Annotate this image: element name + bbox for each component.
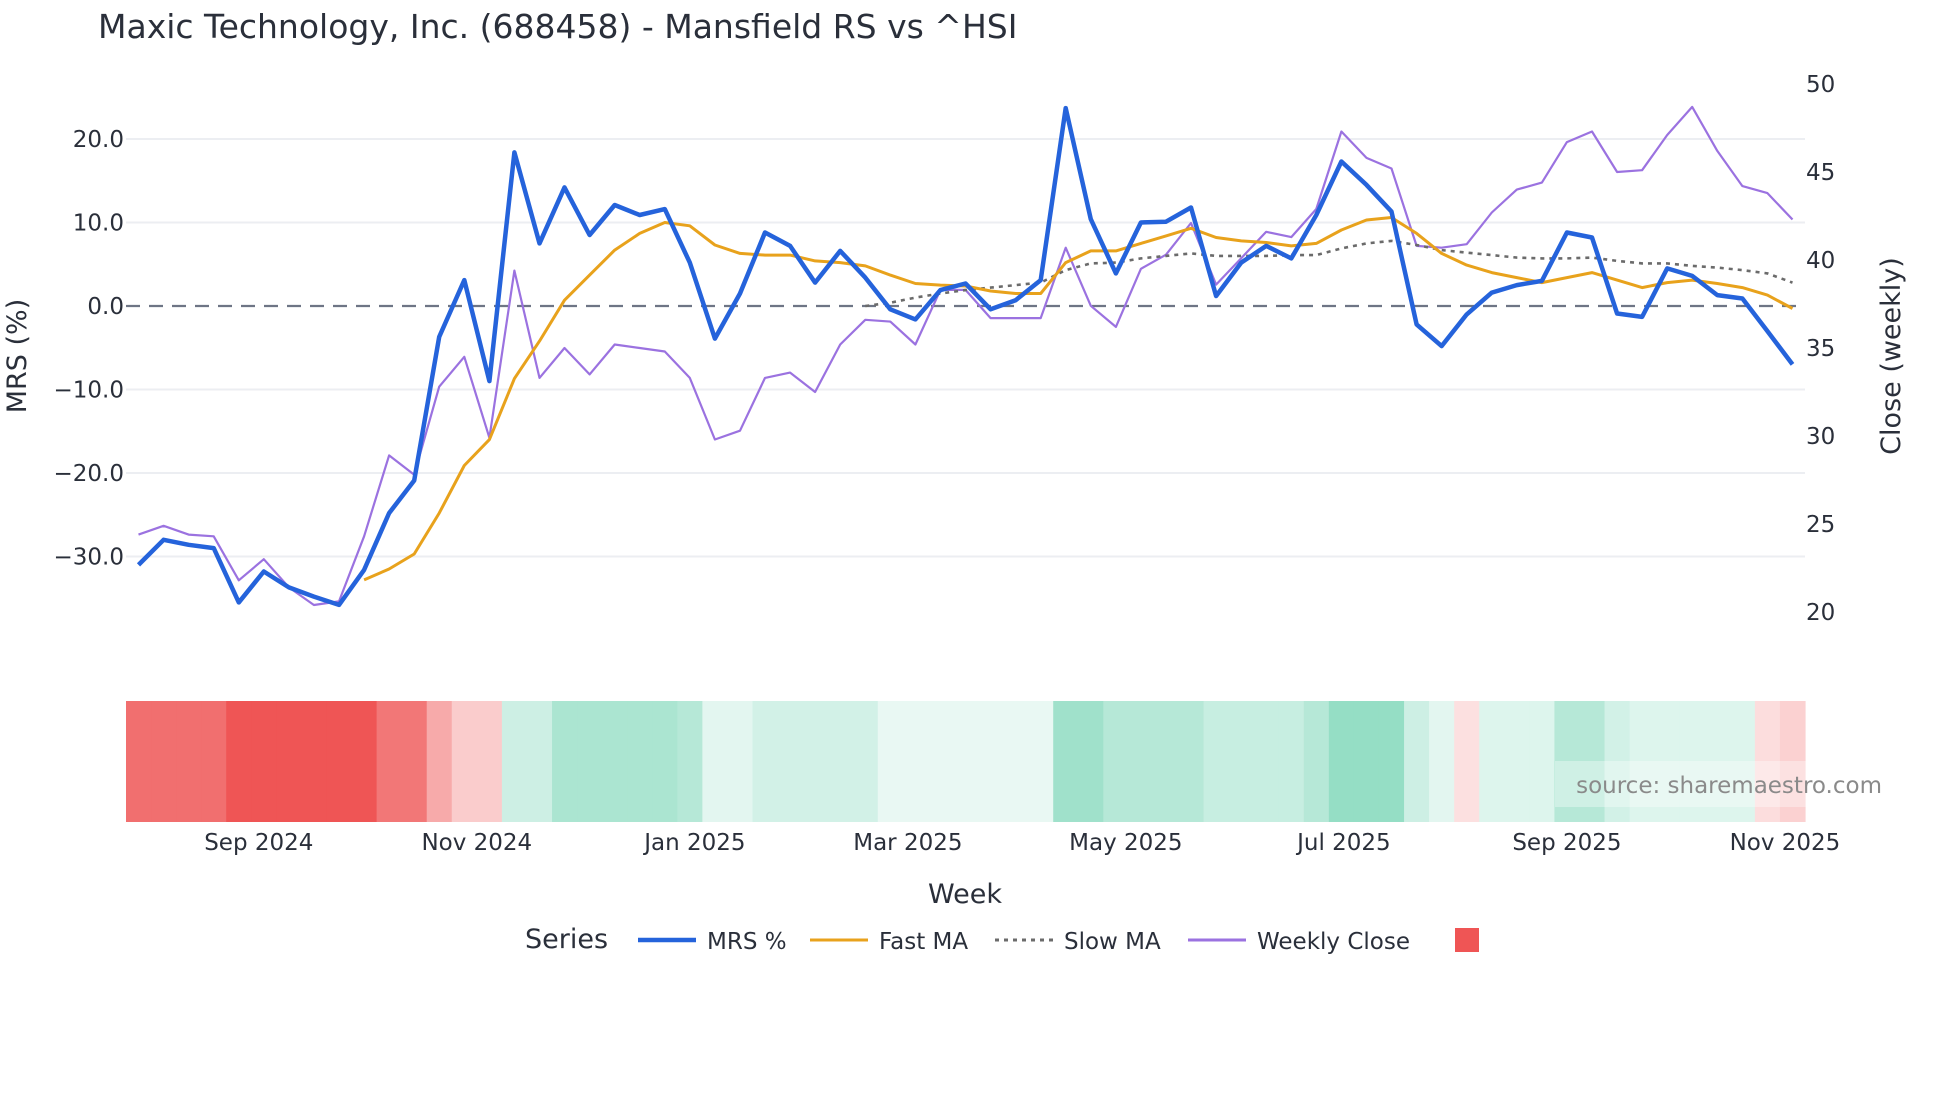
heatmap-cell (1003, 701, 1029, 822)
y2-tick-label: 50 (1806, 72, 1835, 98)
y-tick-label: 0.0 (87, 294, 124, 320)
heatmap-cell (201, 701, 227, 822)
x-tick-label: Nov 2025 (1730, 830, 1841, 856)
heatmap-cell (1529, 701, 1556, 822)
legend-title: Series (525, 924, 608, 955)
heatmap-cell (1253, 701, 1280, 822)
heatmap-cell (176, 701, 202, 822)
y-axis-label: MRS (%) (2, 299, 33, 414)
heatmap-cell (326, 701, 353, 822)
y2-tick-label: 30 (1806, 424, 1835, 450)
heatmap-cell (376, 701, 403, 822)
heatmap-cell (627, 701, 653, 822)
heatmap-cell (902, 701, 929, 822)
heatmap-cell (501, 701, 528, 822)
y2-tick-label: 25 (1806, 512, 1835, 538)
heatmap-cell (602, 701, 628, 822)
legend-heatmap-swatch (1455, 928, 1479, 952)
y2-tick-label: 40 (1806, 248, 1835, 274)
heatmap-cell (126, 701, 152, 822)
legend-label: Slow MA (1064, 929, 1161, 955)
heatmap-cell (426, 701, 453, 822)
heatmap-cell (1028, 701, 1054, 822)
source-watermark: source: sharemaestro.com (1576, 773, 1882, 799)
y-tick-label: 10.0 (73, 211, 124, 237)
series-line-weekly-close (138, 105, 1794, 607)
y2-tick-label: 20 (1806, 600, 1835, 626)
series-line-mrs (136, 105, 1795, 608)
heatmap-cell (476, 701, 503, 822)
x-tick-label: Mar 2025 (853, 830, 962, 856)
heatmap-cell (226, 701, 252, 822)
y-axis-left: −30.0 −20.0 −10.0 0.0 10.0 20.0 (54, 127, 124, 571)
x-tick-label: Nov 2024 (421, 830, 532, 856)
heatmap-cell (451, 701, 478, 822)
x-tick-label: Sep 2025 (1512, 830, 1621, 856)
heatmap-cell (827, 701, 854, 822)
heatmap-cell (1278, 701, 1305, 822)
heatmap-cell (351, 701, 378, 822)
heatmap-cell (401, 701, 428, 822)
heatmap-cell (877, 701, 904, 822)
heatmap-cell (652, 701, 678, 822)
chart-title: Maxic Technology, Inc. (688458) - Mansfi… (98, 7, 1017, 46)
heatmap-cell (552, 701, 578, 822)
series-line-fast-ma (363, 216, 1794, 582)
heatmap-cell (802, 701, 829, 822)
y2-tick-label: 35 (1806, 336, 1835, 362)
y-tick-label: −20.0 (54, 461, 124, 487)
heatmap-cell (952, 701, 979, 822)
heatmap-cell (1128, 701, 1155, 822)
heatmap-cell (1328, 701, 1355, 822)
heatmap-cell (1103, 701, 1129, 822)
heatmap-cell (151, 701, 177, 822)
heatmap-cell (677, 701, 703, 822)
heatmap-cell (1454, 701, 1480, 822)
heatmap-cell (1153, 701, 1180, 822)
heatmap-strip (126, 701, 1806, 822)
heatmap-cell (1479, 701, 1505, 822)
legend-label: Fast MA (879, 929, 968, 955)
heatmap-cell (1178, 701, 1205, 822)
legend-label: Weekly Close (1257, 929, 1410, 955)
heatmap-cell (1078, 701, 1104, 822)
x-axis-label: Week (928, 879, 1002, 910)
legend-label: MRS % (707, 929, 787, 955)
heatmap-cell (276, 701, 303, 822)
y-axis-right: 20 25 30 35 40 45 50 (1806, 72, 1835, 626)
heatmap-cell (577, 701, 603, 822)
heatmap-cell (927, 701, 954, 822)
legend: Series MRS % Fast MA Slow MA Weekly Close (525, 924, 1479, 955)
x-axis: Sep 2024 Nov 2024 Jan 2025 Mar 2025 May 2025… (204, 830, 1840, 856)
heatmap-cell (702, 701, 729, 822)
x-tick-label: Jul 2025 (1295, 830, 1391, 856)
heatmap-cell (1504, 701, 1530, 822)
heatmap-cell (1203, 701, 1230, 822)
heatmap-cell (1303, 701, 1330, 822)
heatmap-cell (251, 701, 277, 822)
heatmap-cell (727, 701, 754, 822)
y-tick-label: −30.0 (54, 545, 124, 571)
series-lines (136, 105, 1795, 608)
mansfield-rs-chart: Maxic Technology, Inc. (688458) - Mansfi… (2, 7, 1907, 955)
x-tick-label: Jan 2025 (642, 830, 745, 856)
heatmap-cell (526, 701, 553, 822)
heatmap-cell (852, 701, 879, 822)
heatmap-cell (1053, 701, 1079, 822)
heatmap-cell (978, 701, 1004, 822)
heatmap-cell (1378, 701, 1405, 822)
heatmap-cell (301, 701, 328, 822)
x-tick-label: May 2025 (1069, 830, 1182, 856)
heatmap-cell (1353, 701, 1380, 822)
x-tick-label: Sep 2024 (204, 830, 313, 856)
heatmap-cell (752, 701, 779, 822)
heatmap-cell (1228, 701, 1255, 822)
y-tick-label: −10.0 (54, 378, 124, 404)
heatmap-cell (1404, 701, 1430, 822)
heatmap-cell (1429, 701, 1455, 822)
y2-tick-label: 45 (1806, 160, 1835, 186)
y2-axis-label: Close (weekly) (1876, 257, 1907, 455)
y-tick-label: 20.0 (73, 127, 124, 153)
heatmap-cell (777, 701, 804, 822)
